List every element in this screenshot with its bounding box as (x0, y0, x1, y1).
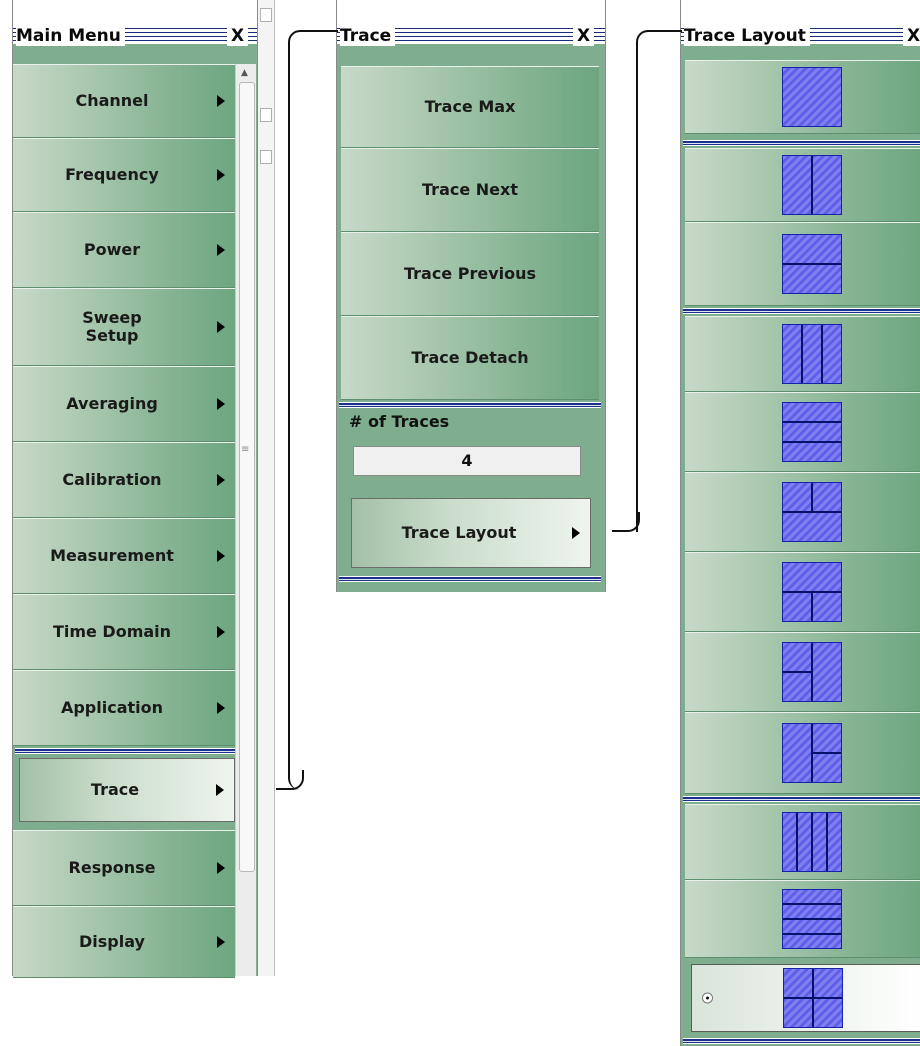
layout-3-two-top-one-bottom-icon (782, 482, 842, 542)
layout-3-one-top-two-bottom-icon (782, 562, 842, 622)
layout-option-3[interactable] (685, 222, 920, 306)
connector-trace-to-layout-bottom (612, 512, 640, 532)
layout-option-7[interactable] (685, 552, 920, 632)
menu-item-display[interactable]: Display (13, 906, 235, 978)
trace-max-button[interactable]: Trace Max (341, 66, 599, 148)
submenu-arrow-icon (217, 244, 225, 256)
layout-4-rows-icon (782, 889, 842, 949)
layout-option-9[interactable] (685, 712, 920, 794)
scroll-grip-icon: ≡ (241, 444, 250, 455)
connector-main-to-trace-top-tab (302, 30, 338, 32)
layout-option-10[interactable] (685, 804, 920, 880)
main-menu-title: Main Menu (16, 26, 125, 46)
menu-item-sweep-setup[interactable]: Sweep Setup (13, 288, 235, 366)
main-menu-scrollbar[interactable]: ▲ ≡ (235, 64, 256, 976)
background-window-strip (258, 0, 275, 976)
main-menu-panel: Main Menu X Channel Frequency Power Swee… (12, 0, 258, 978)
submenu-arrow-icon (217, 862, 225, 874)
layout-1-single-icon (782, 67, 842, 127)
menu-separator (683, 140, 920, 146)
menu-item-trace[interactable]: Trace (19, 758, 235, 822)
layout-option-11[interactable] (685, 880, 920, 958)
menu-separator (683, 796, 920, 802)
menu-item-time-domain[interactable]: Time Domain (13, 594, 235, 670)
submenu-arrow-icon (217, 398, 225, 410)
layout-option-4[interactable] (685, 316, 920, 392)
layout-4-grid-icon (783, 968, 843, 1028)
scroll-thumb[interactable] (239, 82, 255, 872)
menu-item-power[interactable]: Power (13, 212, 235, 288)
trace-layout-panel: Trace Layout X (680, 0, 920, 1046)
layout-option-1[interactable] (685, 60, 920, 134)
trace-detach-button[interactable]: Trace Detach (341, 316, 599, 400)
menu-item-channel[interactable]: Channel (13, 64, 235, 138)
menu-separator (683, 1038, 920, 1044)
menu-item-measurement[interactable]: Measurement (13, 518, 235, 594)
layout-3-rows-icon (782, 402, 842, 462)
menu-item-response[interactable]: Response (13, 830, 235, 906)
submenu-arrow-icon (217, 321, 225, 333)
menu-item-calibration[interactable]: Calibration (13, 442, 235, 518)
trace-menu-close-button[interactable]: X (573, 26, 595, 46)
layout-4-columns-icon (782, 812, 842, 872)
submenu-arrow-icon (217, 95, 225, 107)
submenu-arrow-icon (216, 784, 224, 796)
submenu-arrow-icon (217, 936, 225, 948)
trace-layout-close-button[interactable]: X (903, 26, 920, 46)
submenu-arrow-icon (217, 474, 225, 486)
scroll-up-icon[interactable]: ▲ (241, 68, 248, 78)
trace-menu-titlebar: Trace X (337, 0, 605, 46)
submenu-arrow-icon (217, 702, 225, 714)
main-menu-close-button[interactable]: X (227, 26, 249, 46)
layout-2-stacked-icon (782, 234, 842, 294)
layout-3-columns-icon (782, 324, 842, 384)
menu-separator (339, 576, 601, 582)
connector-trace-to-layout (636, 30, 654, 532)
menu-separator (15, 748, 235, 754)
main-menu-titlebar: Main Menu X (13, 0, 257, 46)
layout-2-side-by-side-icon (782, 155, 842, 215)
trace-next-button[interactable]: Trace Next (341, 148, 599, 232)
menu-separator (339, 402, 601, 408)
trace-layout-title: Trace Layout (684, 26, 810, 46)
menu-item-frequency[interactable]: Frequency (13, 138, 235, 212)
selected-radio-icon[interactable] (702, 992, 713, 1004)
menu-item-application[interactable]: Application (13, 670, 235, 746)
num-traces-label: # of Traces (349, 412, 450, 431)
layout-3-one-left-two-right-icon (782, 723, 842, 783)
layout-option-5[interactable] (685, 392, 920, 472)
submenu-arrow-icon (217, 550, 225, 562)
layout-option-2[interactable] (685, 148, 920, 222)
connector-main-to-trace (288, 30, 306, 790)
submenu-arrow-icon (572, 527, 580, 539)
trace-menu-panel: Trace X Trace Max Trace Next Trace Previ… (336, 0, 606, 592)
connector-main-to-trace-bottom (276, 770, 304, 790)
submenu-arrow-icon (217, 626, 225, 638)
trace-layout-button[interactable]: Trace Layout (351, 498, 591, 568)
trace-menu-title: Trace (340, 26, 396, 46)
menu-separator (683, 308, 920, 314)
menu-item-averaging[interactable]: Averaging (13, 366, 235, 442)
layout-3-two-left-one-right-icon (782, 642, 842, 702)
connector-trace-to-layout-top-tab (650, 30, 682, 32)
submenu-arrow-icon (217, 169, 225, 181)
num-traces-field[interactable]: 4 (353, 446, 581, 476)
trace-previous-button[interactable]: Trace Previous (341, 232, 599, 316)
layout-option-8[interactable] (685, 632, 920, 712)
layout-option-6[interactable] (685, 472, 920, 552)
layout-option-12[interactable] (691, 964, 920, 1032)
trace-layout-titlebar: Trace Layout X (681, 0, 920, 46)
